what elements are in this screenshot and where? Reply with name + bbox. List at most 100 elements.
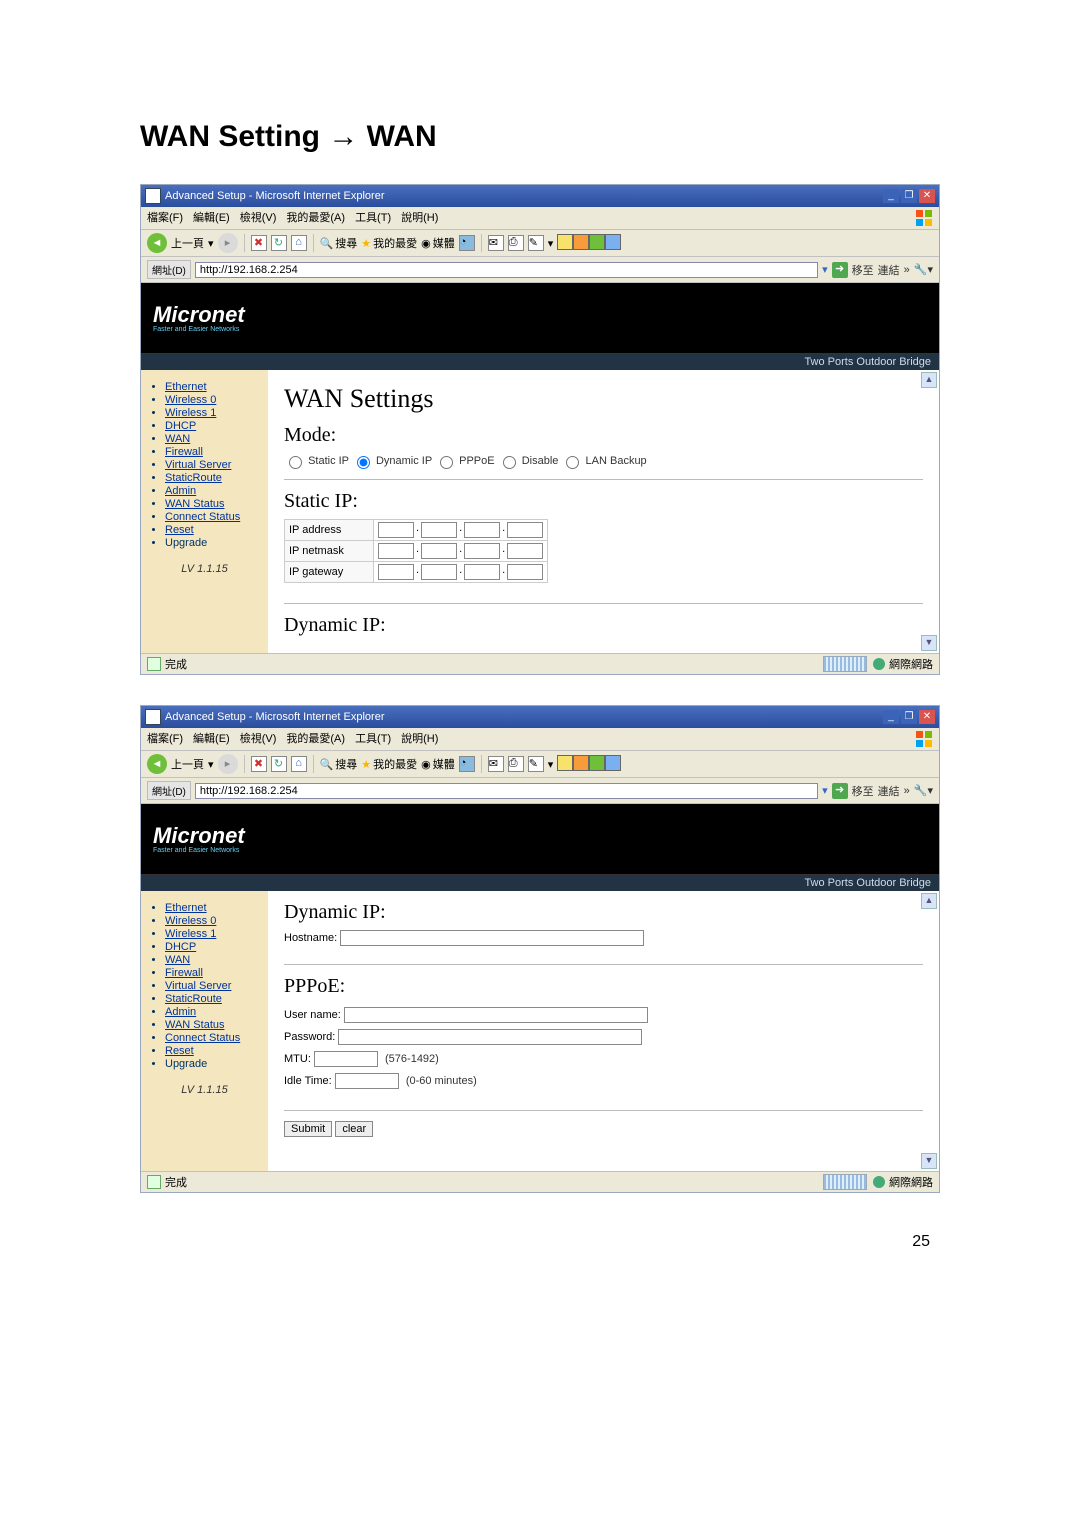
extra-icons[interactable]: [557, 755, 621, 774]
address-input[interactable]: [195, 262, 818, 278]
sidebar-item-wireless0[interactable]: Wireless 0: [165, 394, 216, 406]
sidebar-item-firewall[interactable]: Firewall: [165, 446, 203, 458]
back-menu-icon[interactable]: ▾: [208, 237, 214, 250]
sidebar-item-reset[interactable]: Reset: [165, 1045, 194, 1057]
scroll-up-icon[interactable]: ▲: [921, 893, 937, 909]
edit-icon[interactable]: ✎: [528, 756, 544, 772]
idle-input[interactable]: [335, 1073, 399, 1089]
menu-edit[interactable]: 編輯(E): [193, 730, 230, 748]
menu-help[interactable]: 說明(H): [401, 730, 438, 748]
radio-disable[interactable]: Disable: [498, 455, 559, 467]
minimize-button[interactable]: _: [883, 710, 899, 724]
favorites-button[interactable]: ★我的最愛: [361, 756, 417, 772]
close-button[interactable]: ✕: [919, 710, 935, 724]
sidebar-item-connectstatus[interactable]: Connect Status: [165, 1032, 240, 1044]
scroll-down-icon[interactable]: ▼: [921, 635, 937, 651]
stop-icon[interactable]: ✖: [251, 235, 267, 251]
media-button[interactable]: ◉媒體: [421, 756, 455, 772]
sidebar-item-ethernet[interactable]: Ethernet: [165, 902, 207, 914]
close-button[interactable]: ✕: [919, 189, 935, 203]
idle-label: Idle Time:: [284, 1075, 332, 1087]
sidebar-item-upgrade[interactable]: Upgrade: [165, 537, 207, 549]
menu-view[interactable]: 檢視(V): [240, 209, 277, 227]
sidebar-item-wireless1[interactable]: Wireless 1: [165, 928, 216, 940]
mail-icon[interactable]: ✉: [488, 756, 504, 772]
ip-gateway-input[interactable]: ...: [378, 564, 543, 580]
sidebar-item-wanstatus[interactable]: WAN Status: [165, 1019, 225, 1031]
sidebar-item-connectstatus[interactable]: Connect Status: [165, 511, 240, 523]
sidebar-item-wanstatus[interactable]: WAN Status: [165, 498, 225, 510]
media-button[interactable]: ◉媒體: [421, 235, 455, 251]
radio-lanbackup[interactable]: LAN Backup: [561, 455, 646, 467]
sidebar-item-dhcp[interactable]: DHCP: [165, 941, 196, 953]
radio-pppoe[interactable]: PPPoE: [435, 455, 495, 467]
ip-netmask-input[interactable]: ...: [378, 543, 543, 559]
sidebar-item-wan[interactable]: WAN: [165, 433, 190, 445]
go-button[interactable]: ➜: [832, 262, 848, 278]
back-button[interactable]: ◄: [147, 754, 167, 774]
sidebar-item-upgrade[interactable]: Upgrade: [165, 1058, 207, 1070]
history-icon[interactable]: ◔: [459, 235, 475, 251]
links-label[interactable]: 連結: [878, 262, 900, 278]
print-icon[interactable]: ⎙: [508, 756, 524, 772]
forward-button[interactable]: ▸: [218, 233, 238, 253]
minimize-button[interactable]: _: [883, 189, 899, 203]
menu-favorites[interactable]: 我的最愛(A): [286, 730, 345, 748]
sidebar-item-staticroute[interactable]: StaticRoute: [165, 472, 222, 484]
addon-icon[interactable]: 🔧▾: [914, 263, 933, 276]
sidebar-item-firewall[interactable]: Firewall: [165, 967, 203, 979]
menu-tools[interactable]: 工具(T): [355, 730, 391, 748]
menu-help[interactable]: 說明(H): [401, 209, 438, 227]
sidebar-item-wireless0[interactable]: Wireless 0: [165, 915, 216, 927]
back-button[interactable]: ◄: [147, 233, 167, 253]
sidebar-item-admin[interactable]: Admin: [165, 485, 196, 497]
extra-icons[interactable]: [557, 234, 621, 253]
username-input[interactable]: [344, 1007, 648, 1023]
sidebar-item-staticroute[interactable]: StaticRoute: [165, 993, 222, 1005]
back-label[interactable]: 上一頁: [171, 235, 204, 251]
radio-dynamic[interactable]: Dynamic IP: [352, 455, 432, 467]
scroll-up-icon[interactable]: ▲: [921, 372, 937, 388]
print-icon[interactable]: ⎙: [508, 235, 524, 251]
home-icon[interactable]: ⌂: [291, 756, 307, 772]
go-button[interactable]: ➜: [832, 783, 848, 799]
forward-button[interactable]: ▸: [218, 754, 238, 774]
home-icon[interactable]: ⌂: [291, 235, 307, 251]
menu-view[interactable]: 檢視(V): [240, 730, 277, 748]
sidebar-item-wireless1[interactable]: Wireless 1: [165, 407, 216, 419]
sidebar-item-virtualserver[interactable]: Virtual Server: [165, 980, 231, 992]
password-input[interactable]: [338, 1029, 642, 1045]
mail-icon[interactable]: ✉: [488, 235, 504, 251]
stop-icon[interactable]: ✖: [251, 756, 267, 772]
radio-static[interactable]: Static IP: [284, 455, 349, 467]
scroll-down-icon[interactable]: ▼: [921, 1153, 937, 1169]
history-icon[interactable]: ◔: [459, 756, 475, 772]
sidebar-item-virtualserver[interactable]: Virtual Server: [165, 459, 231, 471]
menu-tools[interactable]: 工具(T): [355, 209, 391, 227]
search-button[interactable]: 🔍搜尋: [320, 756, 358, 772]
menu-favorites[interactable]: 我的最愛(A): [286, 209, 345, 227]
favorites-button[interactable]: ★我的最愛: [361, 235, 417, 251]
back-label[interactable]: 上一頁: [171, 756, 204, 772]
address-input[interactable]: [195, 783, 818, 799]
sidebar-item-ethernet[interactable]: Ethernet: [165, 381, 207, 393]
sidebar-item-admin[interactable]: Admin: [165, 1006, 196, 1018]
submit-button[interactable]: Submit: [284, 1121, 332, 1137]
hostname-input[interactable]: [340, 930, 644, 946]
menu-file[interactable]: 檔案(F): [147, 209, 183, 227]
refresh-icon[interactable]: ↻: [271, 235, 287, 251]
edit-icon[interactable]: ✎: [528, 235, 544, 251]
sidebar-item-reset[interactable]: Reset: [165, 524, 194, 536]
mtu-input[interactable]: [314, 1051, 378, 1067]
sidebar-item-dhcp[interactable]: DHCP: [165, 420, 196, 432]
search-button[interactable]: 🔍搜尋: [320, 235, 358, 251]
maximize-button[interactable]: ❐: [901, 189, 917, 203]
menu-file[interactable]: 檔案(F): [147, 730, 183, 748]
ip-address-input[interactable]: ...: [378, 522, 543, 538]
maximize-button[interactable]: ❐: [901, 710, 917, 724]
clear-button[interactable]: clear: [335, 1121, 373, 1137]
refresh-icon[interactable]: ↻: [271, 756, 287, 772]
menu-edit[interactable]: 編輯(E): [193, 209, 230, 227]
addon-icon[interactable]: 🔧▾: [914, 784, 933, 797]
sidebar-item-wan[interactable]: WAN: [165, 954, 190, 966]
